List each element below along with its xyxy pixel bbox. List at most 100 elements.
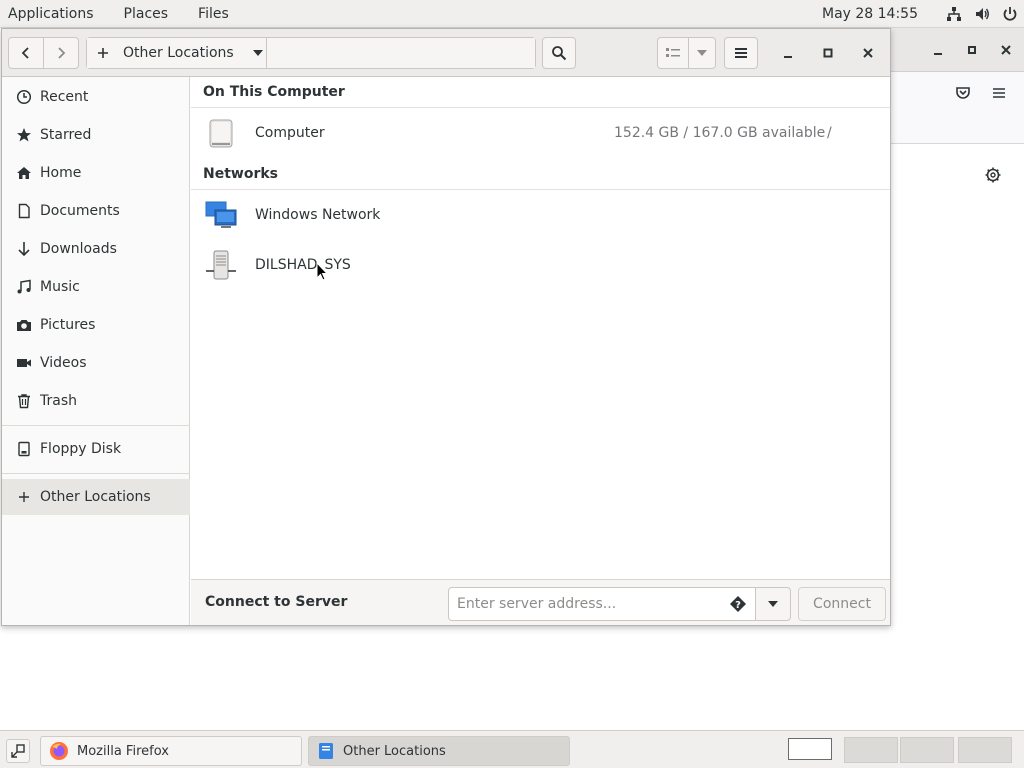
firefox-maximize-icon[interactable]	[964, 42, 980, 58]
location-mount-path: /	[827, 125, 832, 141]
sidebar-item-label: Music	[40, 279, 80, 295]
sidebar-item-other-locations[interactable]: Other Locations	[2, 479, 190, 515]
go-forward-icon	[58, 47, 66, 59]
firefox-icon	[50, 742, 68, 760]
connect-to-server-bar: Connect to Server ? Connect	[191, 579, 890, 625]
location-label: Other Locations	[123, 45, 234, 61]
sidebar-item-pictures[interactable]: Pictures	[2, 307, 190, 343]
applications-menu[interactable]: Applications	[0, 0, 102, 28]
sidebar-item-label: Documents	[40, 203, 120, 219]
sidebar-item-label: Pictures	[40, 317, 96, 333]
sidebar-item-trash[interactable]: Trash	[2, 383, 190, 419]
video-camera-icon	[16, 355, 32, 371]
headerbar: Other Locations	[2, 29, 890, 77]
network-icon[interactable]	[940, 0, 968, 28]
camera-icon	[16, 317, 32, 333]
hard-drive-icon	[205, 117, 237, 149]
task-label: Mozilla Firefox	[77, 743, 169, 759]
music-note-icon	[16, 279, 32, 295]
task-other-locations[interactable]: Other Locations	[308, 736, 570, 766]
close-icon	[863, 48, 873, 58]
forward-button[interactable]	[43, 37, 79, 69]
connect-to-server-label: Connect to Server	[205, 594, 348, 610]
task-label: Other Locations	[343, 743, 446, 759]
connect-button[interactable]: Connect	[798, 587, 886, 621]
location-row-computer[interactable]: Computer 152.4 GB / 167.0 GB available /	[191, 109, 890, 157]
sidebar-item-label: Trash	[40, 393, 77, 409]
power-icon[interactable]	[996, 0, 1024, 28]
location-button[interactable]: Other Locations	[87, 38, 267, 68]
bottom-taskbar: Mozilla Firefox Other Locations	[0, 730, 1024, 768]
minimize-button[interactable]	[776, 41, 800, 65]
sidebar-item-floppy-disk[interactable]: Floppy Disk	[2, 431, 190, 467]
document-icon	[16, 203, 32, 219]
workspace-1[interactable]	[788, 738, 832, 760]
network-computers-icon	[205, 199, 237, 231]
workspace-4[interactable]	[958, 737, 1012, 763]
sidebar-item-videos[interactable]: Videos	[2, 345, 190, 381]
back-button[interactable]	[8, 37, 44, 69]
server-address-input[interactable]	[448, 587, 756, 621]
view-options-button[interactable]	[688, 37, 716, 69]
chevron-down-icon	[768, 601, 778, 607]
hamburger-menu-icon	[735, 48, 747, 58]
files-window: Other Locations Recent Starred Home Docu…	[1, 28, 891, 626]
location-row-windows-network[interactable]: Windows Network	[191, 191, 890, 239]
view-toggle-button[interactable]	[657, 37, 689, 69]
section-header-networks: Networks	[203, 166, 279, 182]
path-empty-area	[267, 38, 535, 68]
files-menu[interactable]: Files	[190, 0, 237, 28]
firefox-close-icon[interactable]	[998, 42, 1014, 58]
sidebar-item-label: Floppy Disk	[40, 441, 122, 457]
places-menu[interactable]: Places	[116, 0, 177, 28]
sidebar-item-documents[interactable]: Documents	[2, 193, 190, 229]
files-icon	[319, 743, 333, 759]
sidebar-item-home[interactable]: Home	[2, 155, 190, 191]
plus-icon	[98, 48, 108, 58]
close-button[interactable]	[856, 41, 880, 65]
sidebar-item-recent[interactable]: Recent	[2, 79, 190, 115]
show-desktop-button[interactable]	[6, 739, 30, 763]
sidebar-item-music[interactable]: Music	[2, 269, 190, 305]
volume-icon[interactable]	[968, 0, 996, 28]
location-name: DILSHAD_SYS	[255, 257, 351, 273]
sidebar-item-label: Recent	[40, 89, 89, 105]
home-icon	[16, 165, 32, 181]
recent-clock-icon	[16, 89, 32, 105]
sidebar-separator	[2, 425, 190, 426]
trash-icon	[16, 393, 32, 409]
sidebar-separator	[2, 473, 190, 474]
location-bar[interactable]: Other Locations	[86, 37, 536, 69]
section-divider	[191, 107, 890, 108]
go-back-icon	[21, 47, 29, 59]
search-button[interactable]	[542, 37, 576, 69]
sidebar: Recent Starred Home Documents Downloads …	[2, 77, 190, 625]
location-row-dilshad-sys[interactable]: DILSHAD_SYS	[191, 241, 890, 289]
settings-gear-icon[interactable]	[984, 166, 1002, 184]
clock[interactable]: May 28 14:55	[822, 6, 918, 22]
workspace-3[interactable]	[900, 737, 954, 763]
maximize-button[interactable]	[816, 41, 840, 65]
network-server-icon	[205, 249, 237, 281]
firefox-menu-icon[interactable]	[990, 84, 1008, 102]
maximize-icon	[823, 48, 833, 58]
location-space-info: 152.4 GB / 167.0 GB available	[614, 125, 826, 141]
top-panel: Applications Places Files May 28 14:55	[0, 0, 1024, 28]
task-mozilla-firefox[interactable]: Mozilla Firefox	[40, 736, 302, 766]
download-arrow-icon	[16, 241, 32, 257]
server-history-dropdown[interactable]	[755, 587, 791, 621]
sidebar-item-starred[interactable]: Starred	[2, 117, 190, 153]
workspace-2[interactable]	[844, 737, 898, 763]
svg-text:?: ?	[735, 600, 741, 611]
sidebar-item-downloads[interactable]: Downloads	[2, 231, 190, 267]
main-menu-button[interactable]	[724, 37, 758, 69]
plus-icon	[16, 489, 32, 505]
sidebar-item-label: Downloads	[40, 241, 117, 257]
search-icon	[552, 46, 567, 61]
sidebar-item-label: Starred	[40, 127, 92, 143]
pocket-icon[interactable]	[954, 84, 972, 102]
section-divider	[191, 189, 890, 190]
firefox-minimize-icon[interactable]	[930, 42, 946, 58]
help-icon[interactable]: ?	[729, 595, 747, 613]
mouse-cursor-icon	[316, 261, 329, 282]
